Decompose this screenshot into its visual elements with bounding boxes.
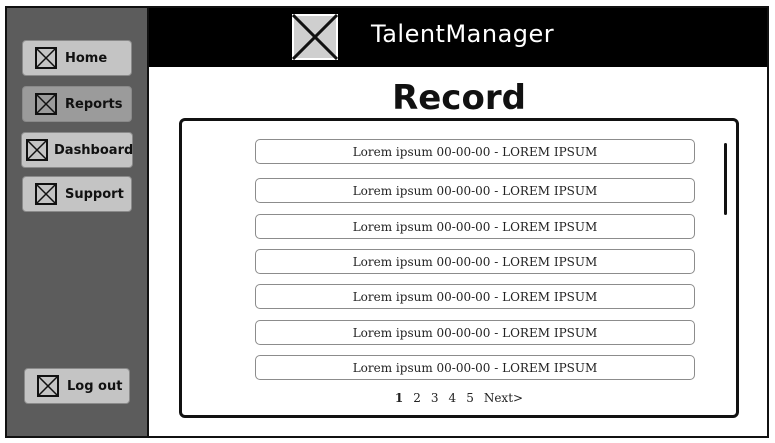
placeholder-image-icon [26,139,48,161]
nav-reports-button[interactable]: Reports [22,86,132,122]
app-window: Home Reports Dashboard Support Log out T… [5,6,769,438]
record-row[interactable]: Lorem ipsum 00-00-00 - LOREM IPSUM [255,178,695,203]
record-row[interactable]: Lorem ipsum 00-00-00 - LOREM IPSUM [255,355,695,380]
record-row[interactable]: Lorem ipsum 00-00-00 - LOREM IPSUM [255,214,695,239]
record-row[interactable]: Lorem ipsum 00-00-00 - LOREM IPSUM [255,284,695,309]
nav-support-label: Support [65,186,124,202]
nav-dashboard-button[interactable]: Dashboard [21,132,133,168]
nav-dashboard-label: Dashboard [54,142,134,158]
page-title: Record [392,78,526,118]
logout-label: Log out [67,378,123,394]
record-row[interactable]: Lorem ipsum 00-00-00 - LOREM IPSUM [255,320,695,345]
page-2-link[interactable]: 2 [413,391,421,405]
placeholder-image-icon [37,375,59,397]
page-5-link[interactable]: 5 [466,391,474,405]
placeholder-image-icon [35,93,57,115]
app-title: TalentManager [371,20,555,48]
logout-button[interactable]: Log out [24,368,130,404]
record-row[interactable]: Lorem ipsum 00-00-00 - LOREM IPSUM [255,139,695,164]
placeholder-image-icon [35,183,57,205]
nav-home-button[interactable]: Home [22,40,132,76]
record-panel: Lorem ipsum 00-00-00 - LOREM IPSUM Lorem… [179,118,739,418]
nav-home-label: Home [65,50,108,66]
placeholder-image-icon [35,47,57,69]
pagination: 1 2 3 4 5 Next> [182,391,736,405]
page-3-link[interactable]: 3 [431,391,439,405]
record-row[interactable]: Lorem ipsum 00-00-00 - LOREM IPSUM [255,249,695,274]
nav-reports-label: Reports [65,96,123,112]
nav-support-button[interactable]: Support [22,176,132,212]
page-4-link[interactable]: 4 [449,391,457,405]
next-page-link[interactable]: Next> [484,391,523,405]
logo-placeholder-icon [291,13,339,61]
page-1-link[interactable]: 1 [395,391,403,405]
sidebar: Home Reports Dashboard Support Log out [7,8,149,436]
app-header: TalentManager [149,8,767,67]
scrollbar-thumb[interactable] [724,143,727,215]
